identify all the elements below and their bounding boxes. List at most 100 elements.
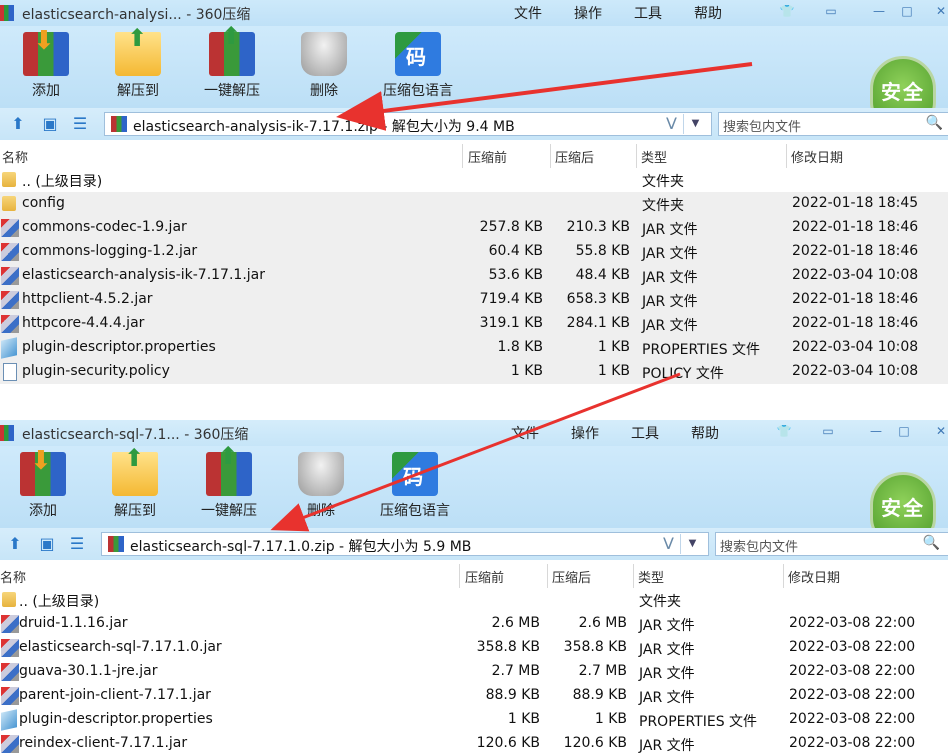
column-header: 名称 压缩前 压缩后 类型 修改日期 bbox=[0, 144, 948, 168]
menu-operation[interactable]: 操作 bbox=[574, 3, 602, 23]
delete-button[interactable]: 删除 bbox=[285, 452, 357, 520]
packed-size: 1 KB bbox=[507, 711, 540, 727]
search-input[interactable]: 搜索包内文件 🔍 bbox=[718, 112, 948, 136]
add-button[interactable]: 添加 bbox=[7, 446, 79, 520]
properties-file-icon bbox=[1, 709, 17, 731]
file-type: JAR 文件 bbox=[639, 666, 695, 682]
col-packed[interactable]: 压缩前 bbox=[468, 147, 507, 166]
menu-tools[interactable]: 工具 bbox=[634, 3, 662, 23]
archive-path-field[interactable]: elasticsearch-sql-7.17.1.0.zip - 解包大小为 5… bbox=[101, 532, 709, 556]
up-arrow-icon[interactable]: ⬆ bbox=[8, 114, 28, 134]
delete-button[interactable]: 删除 bbox=[288, 32, 360, 100]
thumbnail-view-icon[interactable]: ▣ bbox=[37, 534, 57, 554]
archive-path: elasticsearch-analysis-ik-7.17.1.zip - 解… bbox=[133, 119, 515, 135]
file-type: JAR 文件 bbox=[642, 294, 698, 310]
list-view-icon[interactable]: ☰ bbox=[67, 534, 87, 554]
feedback-icon[interactable]: ▭ bbox=[819, 423, 837, 439]
table-row[interactable]: .. (上级目录) 文件夹 bbox=[0, 588, 948, 612]
one-click-extract-button[interactable]: 一键解压 bbox=[193, 442, 265, 520]
file-name: plugin-descriptor.properties bbox=[19, 711, 213, 727]
table-row[interactable]: plugin-descriptor.properties 1.8 KB 1 KB PR… bbox=[0, 336, 948, 360]
col-name[interactable]: 名称 bbox=[2, 147, 28, 166]
col-name[interactable]: 名称 bbox=[0, 567, 26, 586]
extract-to-button[interactable]: 解压到 bbox=[99, 444, 171, 520]
add-button[interactable]: 添加 bbox=[10, 26, 82, 100]
file-name: httpclient-4.5.2.jar bbox=[22, 291, 153, 307]
table-row[interactable]: parent-join-client-7.17.1.jar 88.9 KB 88.9… bbox=[0, 684, 948, 708]
extract-to-button[interactable]: 解压到 bbox=[102, 24, 174, 100]
modified-date: 2022-01-18 18:46 bbox=[792, 315, 919, 331]
col-type[interactable]: 类型 bbox=[638, 567, 664, 586]
table-row[interactable]: reindex-client-7.17.1.jar 120.6 KB 120.6 K… bbox=[0, 732, 948, 756]
table-row[interactable]: plugin-descriptor.properties 1 KB 1 KB PROP… bbox=[0, 708, 948, 732]
trash-bin-icon bbox=[301, 32, 347, 76]
col-modified[interactable]: 修改日期 bbox=[791, 147, 843, 166]
title-bar[interactable]: elasticsearch-analysi... - 360压缩 文件 操作 工… bbox=[0, 0, 948, 26]
compressed-size: 658.3 KB bbox=[566, 291, 630, 307]
menu-help[interactable]: 帮助 bbox=[694, 3, 722, 23]
chevron-down-icon[interactable]: ▼ bbox=[680, 534, 704, 554]
trash-bin-icon bbox=[298, 452, 344, 496]
col-modified[interactable]: 修改日期 bbox=[788, 567, 840, 586]
address-bar: ⬆ ▣ ☰ elasticsearch-sql-7.17.1.0.zip - 解… bbox=[0, 528, 948, 560]
archive-encoding-button[interactable]: 压缩包语言 bbox=[380, 32, 456, 100]
table-row[interactable]: httpcore-4.4.4.jar 319.1 KB 284.1 KB JAR 文件… bbox=[0, 312, 948, 336]
col-packed[interactable]: 压缩前 bbox=[465, 567, 504, 586]
modified-date: 2022-03-08 22:00 bbox=[789, 663, 916, 679]
skin-icon[interactable]: 👕 bbox=[778, 3, 796, 19]
title-bar[interactable]: elasticsearch-sql-7.1... - 360压缩 文件 操作 工… bbox=[0, 420, 948, 446]
file-type: JAR 文件 bbox=[639, 738, 695, 754]
archive-encoding-button[interactable]: 压缩包语言 bbox=[377, 452, 453, 520]
feedback-icon[interactable]: ▭ bbox=[822, 3, 840, 19]
modified-date: 2022-03-04 10:08 bbox=[792, 339, 919, 355]
menu-operation[interactable]: 操作 bbox=[571, 423, 599, 443]
packed-size: 719.4 KB bbox=[479, 291, 543, 307]
menu-help[interactable]: 帮助 bbox=[691, 423, 719, 443]
table-row[interactable]: plugin-security.policy 1 KB 1 KB POLICY 文件 2… bbox=[0, 360, 948, 384]
jar-file-icon bbox=[1, 315, 19, 333]
file-name: .. (上级目录) bbox=[22, 174, 103, 190]
table-row[interactable]: config 文件夹 2022-01-18 18:45 bbox=[0, 192, 948, 216]
search-icon[interactable]: 🔍 bbox=[923, 535, 940, 551]
zip-icon bbox=[108, 536, 124, 552]
col-type[interactable]: 类型 bbox=[641, 147, 667, 166]
menu-file[interactable]: 文件 bbox=[511, 423, 539, 443]
skin-icon[interactable]: 👕 bbox=[775, 423, 793, 439]
search-input[interactable]: 搜索包内文件 🔍 bbox=[715, 532, 948, 556]
file-name: druid-1.1.16.jar bbox=[19, 615, 128, 631]
file-name: reindex-client-7.17.1.jar bbox=[19, 735, 188, 751]
modified-date: 2022-03-08 22:00 bbox=[789, 639, 916, 655]
table-row[interactable]: httpclient-4.5.2.jar 719.4 KB 658.3 KB JAR … bbox=[0, 288, 948, 312]
table-row[interactable]: guava-30.1.1-jre.jar 2.7 MB 2.7 MB JAR 文件 20… bbox=[0, 660, 948, 684]
thumbnail-view-icon[interactable]: ▣ bbox=[40, 114, 60, 134]
archive-path-field[interactable]: elasticsearch-analysis-ik-7.17.1.zip - 解… bbox=[104, 112, 712, 136]
add-icon bbox=[23, 26, 69, 76]
col-compressed[interactable]: 压缩后 bbox=[552, 567, 591, 586]
table-row[interactable]: commons-logging-1.2.jar 60.4 KB 55.8 KB JAR… bbox=[0, 240, 948, 264]
one-click-extract-icon bbox=[209, 22, 255, 76]
file-type: PROPERTIES 文件 bbox=[639, 714, 758, 730]
minimize-icon[interactable]: — bbox=[867, 423, 885, 439]
verify-icon[interactable]: V bbox=[666, 114, 677, 133]
maximize-icon[interactable]: □ bbox=[895, 423, 913, 439]
list-view-icon[interactable]: ☰ bbox=[70, 114, 90, 134]
maximize-icon[interactable]: □ bbox=[898, 3, 916, 19]
up-arrow-icon[interactable]: ⬆ bbox=[5, 534, 25, 554]
one-click-extract-button[interactable]: 一键解压 bbox=[196, 22, 268, 100]
table-row[interactable]: elasticsearch-analysis-ik-7.17.1.jar 53.6… bbox=[0, 264, 948, 288]
search-icon[interactable]: 🔍 bbox=[926, 115, 943, 131]
col-compressed[interactable]: 压缩后 bbox=[555, 147, 594, 166]
menu-file[interactable]: 文件 bbox=[514, 3, 542, 23]
close-icon[interactable]: ✕ bbox=[932, 3, 948, 19]
packed-size: 120.6 KB bbox=[476, 735, 540, 751]
table-row[interactable]: elasticsearch-sql-7.17.1.0.jar 358.8 KB 35… bbox=[0, 636, 948, 660]
menu-tools[interactable]: 工具 bbox=[631, 423, 659, 443]
verify-icon[interactable]: V bbox=[663, 534, 674, 553]
table-row[interactable]: commons-codec-1.9.jar 257.8 KB 210.3 KB JAR… bbox=[0, 216, 948, 240]
table-row[interactable]: .. (上级目录) 文件夹 bbox=[0, 168, 948, 192]
chevron-down-icon[interactable]: ▼ bbox=[683, 114, 707, 134]
jar-file-icon bbox=[1, 267, 19, 285]
table-row[interactable]: druid-1.1.16.jar 2.6 MB 2.6 MB JAR 文件 2022-0… bbox=[0, 612, 948, 636]
minimize-icon[interactable]: — bbox=[870, 3, 888, 19]
close-icon[interactable]: ✕ bbox=[932, 423, 948, 439]
